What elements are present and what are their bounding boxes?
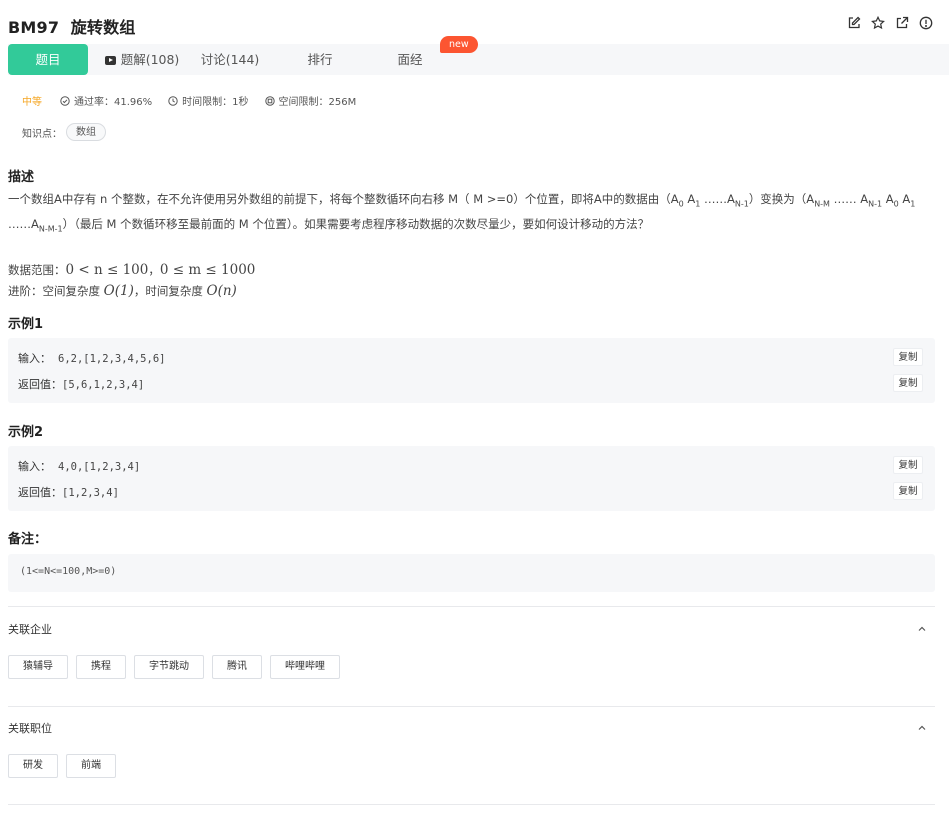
edit-icon[interactable] [847, 16, 861, 30]
example2-input: 输入： 4,0,[1,2,3,4] [18, 461, 141, 473]
info-icon[interactable] [919, 16, 933, 30]
divider [8, 804, 935, 805]
position-chip[interactable]: 前端 [66, 754, 116, 778]
company-chip[interactable]: 携程 [76, 655, 126, 679]
company-chip[interactable]: 腾讯 [212, 655, 262, 679]
tab-discussion[interactable]: 讨论(144) [193, 44, 267, 75]
video-icon [104, 56, 116, 65]
data-range: 数据范围：0 < n ≤ 100，0 ≤ m ≤ 1000 [8, 261, 256, 278]
company-chip[interactable]: 哔哩哔哩 [270, 655, 340, 679]
new-badge: new [440, 36, 478, 53]
example1-input: 输入： 6,2,[1,2,3,4,5,6] [18, 353, 166, 365]
tab-solutions[interactable]: 题解(108) [98, 44, 186, 75]
copy-output-button[interactable]: 复制 [893, 482, 923, 500]
clock-icon [168, 95, 178, 106]
chevron-up-icon[interactable] [917, 624, 927, 634]
tab-ranking[interactable]: 排行 [298, 44, 342, 75]
company-chip[interactable]: 字节跳动 [134, 655, 204, 679]
example2-box: 输入： 4,0,[1,2,3,4] 复制 返回值：[1,2,3,4] 复制 [8, 446, 935, 511]
title-actions [847, 16, 933, 30]
copy-input-button[interactable]: 复制 [893, 456, 923, 474]
example1-box: 输入： 6,2,[1,2,3,4,5,6] 复制 返回值：[5,6,1,2,3,… [8, 338, 935, 403]
knowledge-points: 知识点： 数组 [22, 123, 106, 141]
knowledge-label: 知识点： [22, 128, 62, 140]
example1-output: 返回值：[5,6,1,2,3,4] [18, 379, 145, 391]
tab-interview[interactable]: 面经 [388, 44, 432, 75]
difficulty-label: 中等 [22, 97, 42, 108]
pass-rate: 通过率：41.96% [60, 93, 152, 108]
example2-output: 返回值：[1,2,3,4] [18, 487, 119, 499]
problem-title: BM97 旋转数组 [8, 14, 136, 38]
divider [8, 706, 935, 707]
company-chip[interactable]: 猿辅导 [8, 655, 68, 679]
tab-problem[interactable]: 题目 [8, 44, 88, 75]
position-chip[interactable]: 研发 [8, 754, 58, 778]
chevron-up-icon[interactable] [917, 723, 927, 733]
example1-heading: 示例1 [8, 317, 44, 332]
position-list: 研发 前端 [8, 754, 116, 778]
check-circle-icon [60, 95, 70, 106]
company-list: 猿辅导 携程 字节跳动 腾讯 哔哩哔哩 [8, 655, 340, 679]
positions-heading[interactable]: 关联职位 [8, 720, 52, 736]
copy-output-button[interactable]: 复制 [893, 374, 923, 392]
companies-heading[interactable]: 关联企业 [8, 621, 52, 637]
copy-input-button[interactable]: 复制 [893, 348, 923, 366]
external-link-icon[interactable] [895, 16, 909, 30]
problem-id: BM97 [8, 18, 60, 37]
problem-name: 旋转数组 [70, 18, 136, 37]
chip-icon [264, 95, 275, 106]
problem-meta: 中等 通过率：41.96% 时间限制：1秒 空间限制：256M [22, 93, 372, 108]
description-heading: 描述 [8, 170, 35, 185]
example2-heading: 示例2 [8, 425, 44, 440]
divider [8, 606, 935, 607]
description-body: 一个数组A中存有 n 个整数，在不允许使用另外数组的前提下，将每个整数循环向右移… [8, 189, 938, 302]
advanced-requirement: 进阶：空间复杂度 O(1)，时间复杂度 O(n) [8, 282, 237, 299]
description-para: 一个数组A中存有 n 个整数，在不允许使用另外数组的前提下，将每个整数循环向右移… [8, 192, 916, 234]
note-text: (1<=N<=100,M>=0) [20, 566, 117, 577]
note-box: (1<=N<=100,M>=0) [8, 554, 935, 592]
star-icon[interactable] [871, 16, 885, 30]
time-limit: 时间限制：1秒 [168, 93, 249, 108]
knowledge-tag[interactable]: 数组 [66, 123, 106, 141]
note-heading: 备注： [8, 532, 48, 547]
memory-limit: 空间限制：256M [264, 93, 356, 108]
tab-bar: 题目 题解(108) 讨论(144) 排行 面经 [8, 44, 949, 75]
